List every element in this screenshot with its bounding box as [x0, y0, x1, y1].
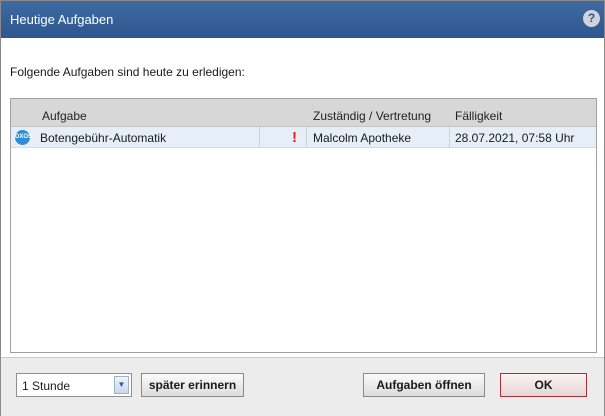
dialog-title: Heutige Aufgaben: [10, 12, 114, 27]
table-row[interactable]: DXOS Botengebühr-Automatik ! Malcolm Apo…: [11, 127, 596, 148]
chevron-down-icon[interactable]: ▼: [114, 376, 129, 394]
column-divider: [306, 127, 307, 148]
open-tasks-button[interactable]: Aufgaben öffnen: [363, 373, 485, 397]
dialog-footer: 1 Stunde ▼ später erinnern Aufgaben öffn…: [1, 357, 604, 416]
column-divider: [449, 127, 450, 148]
column-header-responsible[interactable]: Zuständig / Vertretung: [313, 109, 431, 123]
help-icon[interactable]: ?: [583, 10, 600, 27]
reminder-interval-value: 1 Stunde: [22, 379, 71, 393]
task-list: Aufgabe Zuständig / Vertretung Fälligkei…: [10, 98, 597, 353]
dialog-window: Heutige Aufgaben ? Folgende Aufgaben sin…: [0, 0, 605, 416]
column-header-task[interactable]: Aufgabe: [42, 109, 87, 123]
task-name: Botengebühr-Automatik: [40, 131, 167, 145]
reminder-interval-select[interactable]: 1 Stunde ▼: [16, 373, 132, 397]
title-bar: Heutige Aufgaben ?: [1, 1, 604, 38]
remind-later-button[interactable]: später erinnern: [141, 373, 244, 397]
due-date: 28.07.2021, 07:58 Uhr: [455, 131, 575, 145]
responsible-name: Malcolm Apotheke: [313, 131, 412, 145]
column-header-due[interactable]: Fälligkeit: [455, 109, 502, 123]
list-header: Aufgabe Zuständig / Vertretung Fälligkei…: [11, 99, 596, 127]
dxos-logo-icon: DXOS: [15, 130, 32, 145]
column-divider: [259, 127, 260, 148]
intro-text: Folgende Aufgaben sind heute zu erledige…: [10, 65, 245, 79]
exclamation-priority-icon: !: [292, 129, 297, 146]
ok-button[interactable]: OK: [500, 373, 587, 397]
